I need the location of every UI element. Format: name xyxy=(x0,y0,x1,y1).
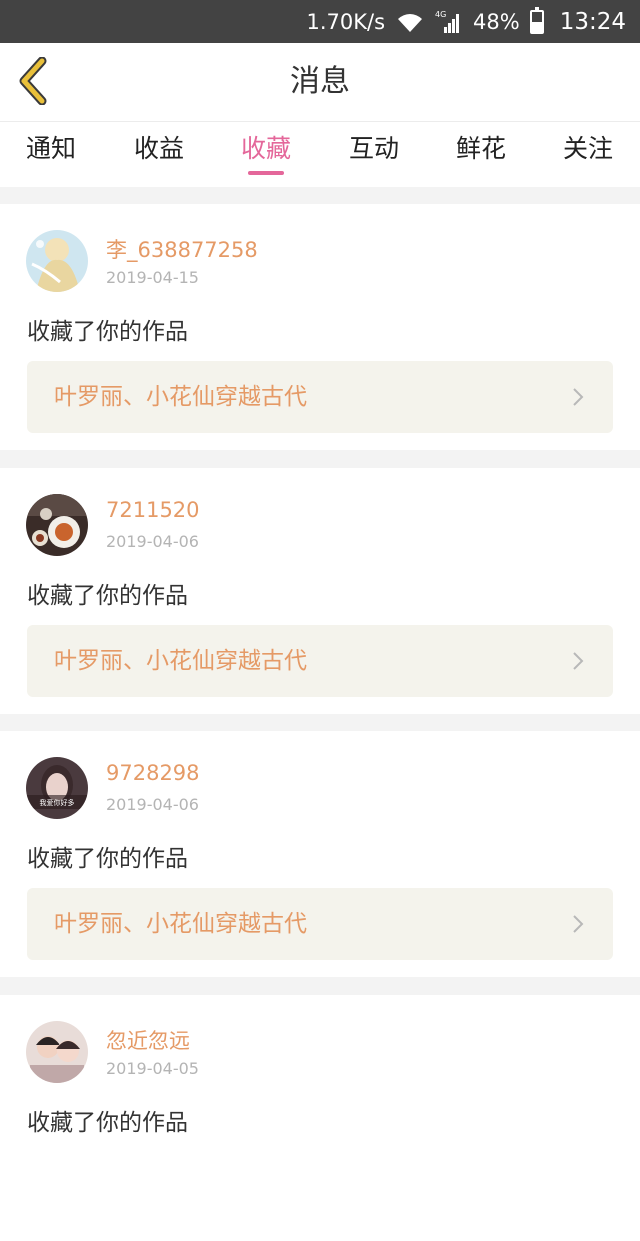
tab-label: 收益 xyxy=(133,134,184,163)
tab-label: 鲜花 xyxy=(455,134,506,163)
tab-favorites[interactable]: 收藏 xyxy=(216,122,316,187)
battery-icon xyxy=(529,6,544,34)
username[interactable]: 9728298 xyxy=(106,761,200,785)
tab-label: 互动 xyxy=(348,134,399,163)
avatar[interactable] xyxy=(26,1021,88,1083)
avatar[interactable]: 我爱你好多 xyxy=(26,757,88,819)
message-date: 2019-04-15 xyxy=(106,268,199,287)
work-title: 叶罗丽、小花仙穿越古代 xyxy=(54,648,307,674)
chevron-right-icon xyxy=(573,915,584,933)
work-title: 叶罗丽、小花仙穿越古代 xyxy=(54,384,307,410)
signal-icon: 4G xyxy=(435,9,463,35)
avatar[interactable] xyxy=(26,494,88,556)
battery-fill xyxy=(531,21,542,32)
message-card: 李_638877258 2019-04-15 收藏了你的作品 叶罗丽、小花仙穿越… xyxy=(0,204,640,450)
tab-label: 关注 xyxy=(562,134,613,163)
tab-label: 收藏 xyxy=(240,134,291,163)
clock: 13:24 xyxy=(559,8,626,35)
work-link[interactable]: 叶罗丽、小花仙穿越古代 xyxy=(27,625,613,697)
header: 消息 xyxy=(0,43,640,121)
tab-flowers[interactable]: 鲜花 xyxy=(431,122,531,187)
action-text: 收藏了你的作品 xyxy=(27,1110,188,1136)
tab-earnings[interactable]: 收益 xyxy=(109,122,209,187)
tab-label: 通知 xyxy=(25,134,76,163)
tab-following[interactable]: 关注 xyxy=(538,122,638,187)
message-card: 7211520 2019-04-06 收藏了你的作品 叶罗丽、小花仙穿越古代 xyxy=(0,468,640,714)
work-link[interactable]: 叶罗丽、小花仙穿越古代 xyxy=(27,361,613,433)
message-card: 我爱你好多 9728298 2019-04-06 收藏了你的作品 叶罗丽、小花仙… xyxy=(0,731,640,977)
tab-interactions[interactable]: 互动 xyxy=(324,122,424,187)
username[interactable]: 忽近忽远 xyxy=(106,1025,190,1055)
action-text: 收藏了你的作品 xyxy=(27,583,188,609)
work-title: 叶罗丽、小花仙穿越古代 xyxy=(54,911,307,937)
chevron-right-icon xyxy=(573,388,584,406)
work-link[interactable]: 叶罗丽、小花仙穿越古代 xyxy=(27,888,613,960)
avatar[interactable] xyxy=(26,230,88,292)
battery-percent: 48% xyxy=(473,9,520,34)
chevron-right-icon xyxy=(573,652,584,670)
avatar-caption: 我爱你好多 xyxy=(40,798,75,807)
active-tab-indicator xyxy=(248,171,284,175)
message-card: 忽近忽远 2019-04-05 收藏了你的作品 xyxy=(0,995,640,1241)
tab-notifications[interactable]: 通知 xyxy=(1,122,101,187)
network-type: 4G xyxy=(435,10,446,19)
network-speed: 1.70K/s xyxy=(306,9,386,34)
username[interactable]: 李_638877258 xyxy=(106,234,258,264)
username[interactable]: 7211520 xyxy=(106,498,200,522)
status-bar: 1.70K/s 4G 48% 13:24 xyxy=(0,0,640,43)
message-date: 2019-04-05 xyxy=(106,1059,199,1078)
message-date: 2019-04-06 xyxy=(106,795,199,814)
action-text: 收藏了你的作品 xyxy=(27,319,188,345)
message-date: 2019-04-06 xyxy=(106,532,199,551)
page-title: 消息 xyxy=(290,64,350,99)
wifi-icon xyxy=(395,10,425,34)
action-text: 收藏了你的作品 xyxy=(27,846,188,872)
tab-bar: 通知 收益 收藏 互动 鲜花 关注 xyxy=(0,121,640,187)
